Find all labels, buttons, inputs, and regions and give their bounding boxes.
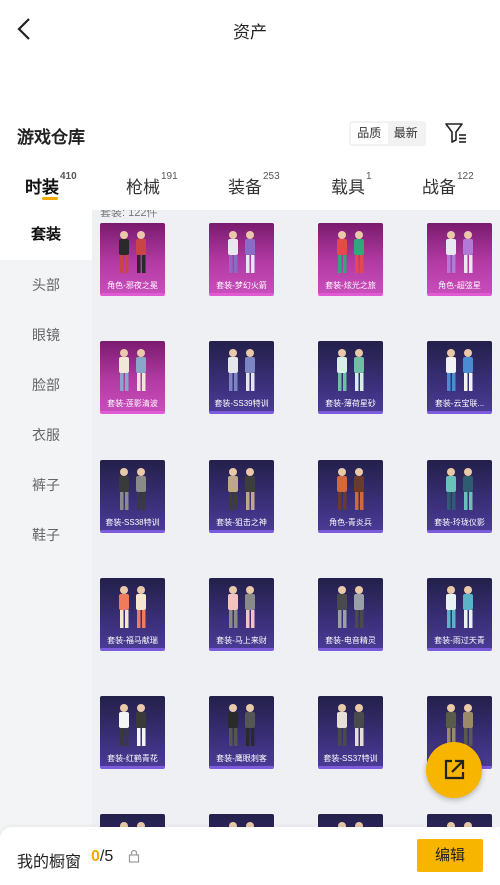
bottom-bar: 我的橱窗 0/5 编辑 [0,827,500,885]
category-tabs: 时装410 枪械191 装备253 载具1 战备122 [0,160,500,210]
outfit-card-label: 套装-福马献瑞 [107,636,158,645]
item-grid: 套装: 122件 角色-邪夜之冕 套装-梦幻火箭 套装-炫光之旅 角色-超弦星套装-莲… [92,210,500,827]
outfit-figure-icon [228,231,255,273]
outfit-card-label: 套装-莲影清波 [107,399,158,408]
outfit-card[interactable]: 套装-云宝联... [427,341,492,414]
outfit-card[interactable]: 套装-鹰眼刺客 [209,696,274,769]
outfit-card[interactable]: 套装-狙击之神 [209,460,274,533]
filter-button[interactable] [444,121,468,145]
outfit-figure-icon [119,704,146,746]
outfit-figure-icon [446,231,473,273]
outfit-figure-icon [447,822,472,827]
section-title: 游戏仓库 [17,128,85,147]
outfit-card[interactable]: 套装-马上来财 [209,578,274,651]
outfit-card[interactable]: 角色-邪夜之冕 [100,223,165,296]
outfit-card[interactable]: 套装-红鹤青花 [100,696,165,769]
outfit-card[interactable]: 套装-炫光之旅 [318,223,383,296]
outfit-figure-icon [119,468,146,510]
outfit-card-label: 角色-邪夜之冕 [107,281,158,290]
edit-button[interactable]: 编辑 [417,839,483,872]
share-external-icon [444,759,465,780]
outfit-card[interactable]: 套装-玲珑仪影 [427,460,492,533]
showcase-label: 我的橱窗 [17,854,82,871]
tab-supplies[interactable]: 战备122 [422,171,474,198]
outfit-card[interactable]: 套装-电音精灵 [318,578,383,651]
outfit-card-label: 角色-青炎兵 [329,518,372,527]
outfit-figure-icon [120,822,145,827]
tab-fashion[interactable]: 时装410 [25,171,77,198]
outfit-card[interactable]: 套装-SS38特训 [100,460,165,533]
showcase-count: 0/5 [91,848,114,865]
sidebar-item-suits[interactable]: 套装 [0,210,92,260]
outfit-figure-icon [446,349,473,391]
outfit-card-label: 角色-超弦星 [438,281,481,290]
outfit-figure-icon [446,468,473,510]
tab-guns[interactable]: 枪械191 [126,171,178,198]
active-tab-indicator [42,197,58,200]
outfit-figure-icon [119,349,146,391]
outfit-card[interactable] [209,814,274,827]
sidebar-item-face[interactable]: 脸部 [0,360,92,410]
outfit-figure-icon [337,704,364,746]
outfit-card[interactable]: 套装-福马献瑞 [100,578,165,651]
outfit-card-label: 套装-薄荷星砂 [325,399,376,408]
outfit-figure-icon [228,468,255,510]
outfit-card-label: 套装-梦幻火箭 [216,281,267,290]
outfit-card-label: 套装-SS38特训 [105,518,160,527]
outfit-card[interactable]: 套装-梦幻火箭 [209,223,274,296]
outfit-card[interactable] [427,814,492,827]
outfit-card-label: 套装-SS39特训 [214,399,269,408]
outfit-figure-icon [228,704,255,746]
outfit-figure-icon [337,468,364,510]
outfit-figure-icon [229,822,254,827]
sidebar-item-head[interactable]: 头部 [0,260,92,310]
outfit-card[interactable]: 套装-SS37特训 [318,696,383,769]
outfit-figure-icon [337,586,364,628]
outfit-card-label: 套装-电音精灵 [325,636,376,645]
outfit-figure-icon [119,586,146,628]
outfit-card-label: 套装-玲珑仪影 [434,518,485,527]
page-title: 资产 [233,23,267,42]
outfit-figure-icon [119,231,146,273]
outfit-card-label: 套装-SS37特训 [323,754,378,763]
outfit-figure-icon [228,349,255,391]
outfit-card[interactable]: 角色-超弦星 [427,223,492,296]
tab-vehicles[interactable]: 载具1 [331,171,372,198]
sidebar-item-clothes[interactable]: 衣服 [0,410,92,460]
share-fab[interactable] [426,742,482,798]
sort-quality[interactable]: 品质 [351,123,388,144]
outfit-card[interactable]: 套装-雨过天青 [427,578,492,651]
outfit-card[interactable] [318,814,383,827]
outfit-card-label: 套装-雨过天青 [434,636,485,645]
outfit-card-label: 套装-鹰眼刺客 [216,754,267,763]
sort-newest[interactable]: 最新 [388,123,425,144]
outfit-figure-icon [338,822,363,827]
outfit-card-label: 套装-炫光之旅 [325,281,376,290]
outfit-figure-icon [337,349,364,391]
outfit-figure-icon [446,586,473,628]
sidebar-item-shoes[interactable]: 鞋子 [0,510,92,560]
tab-equipment[interactable]: 装备253 [228,171,280,198]
filter-icon [445,123,466,143]
outfit-card[interactable]: 套装-SS39特训 [209,341,274,414]
top-bar: 资产 [0,0,500,58]
outfit-card-label: 套装-红鹤青花 [107,754,158,763]
outfit-card[interactable]: 角色-青炎兵 [318,460,383,533]
outfit-card-label: 套装-马上来财 [216,636,267,645]
outfit-card[interactable]: 套装-薄荷星砂 [318,341,383,414]
outfit-figure-icon [228,586,255,628]
outfit-card[interactable] [100,814,165,827]
lock-icon [128,849,140,863]
sort-toggle: 品质 最新 [349,121,426,146]
subcategory-sidebar: 套装 头部 眼镜 脸部 衣服 裤子 鞋子 [0,210,92,885]
outfit-figure-icon [337,231,364,273]
sidebar-item-pants[interactable]: 裤子 [0,460,92,510]
section-count: 套装: 122件 [100,210,158,219]
outfit-card-label: 套装-狙击之神 [216,518,267,527]
outfit-card[interactable]: 套装-莲影清波 [100,341,165,414]
outfit-card-label: 套装-云宝联... [434,399,485,408]
sidebar-item-glasses[interactable]: 眼镜 [0,310,92,360]
